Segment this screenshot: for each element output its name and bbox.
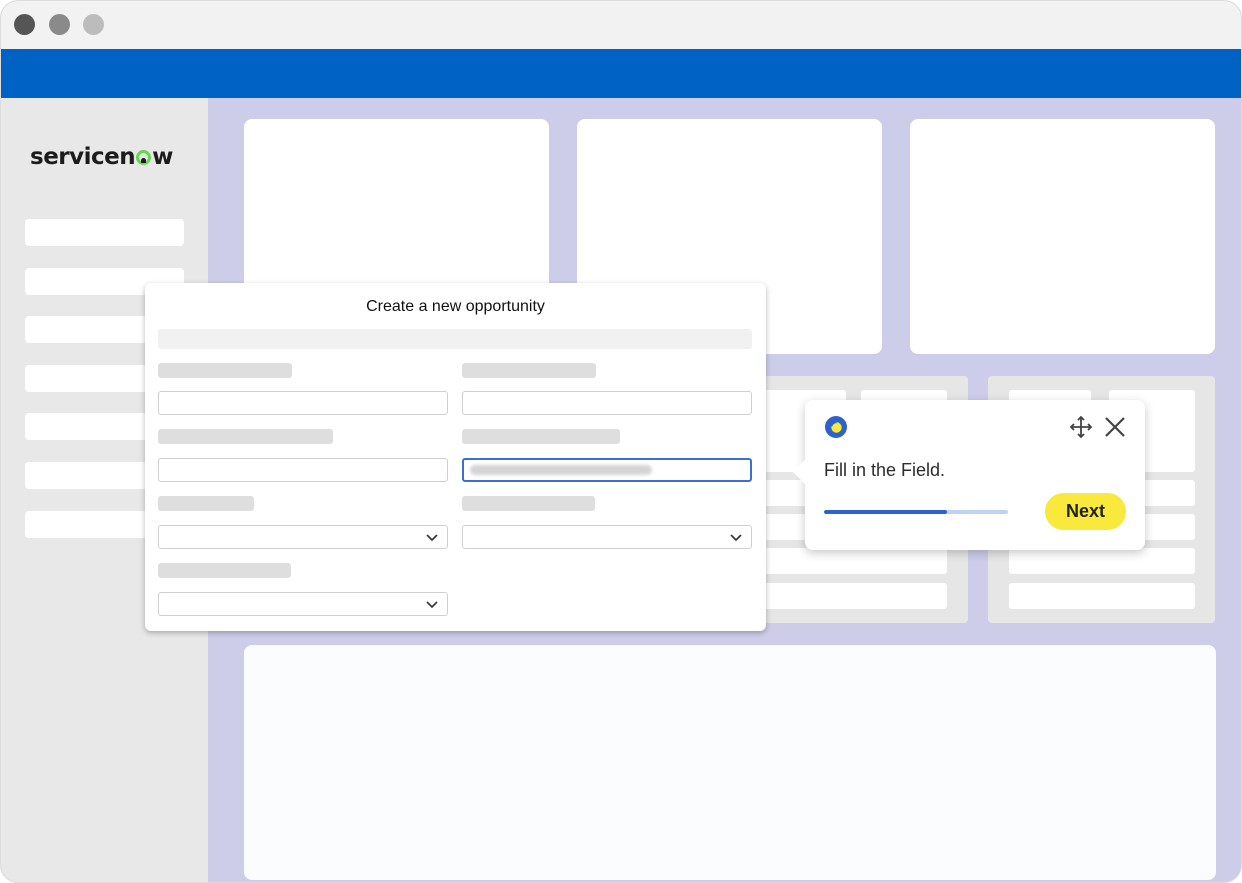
- tooltip-message: Fill in the Field.: [824, 460, 946, 480]
- list-row: [764, 583, 947, 609]
- guidance-tooltip: Fill in the Field. Next: [793, 400, 1145, 550]
- step-progress-fill: [824, 510, 948, 514]
- modal-subheader-bar: [158, 329, 752, 349]
- dashboard-card: [910, 119, 1215, 354]
- title-bar: [1, 1, 1241, 49]
- close-icon[interactable]: [1102, 414, 1128, 440]
- text-field-right-2[interactable]: [462, 458, 752, 482]
- servicenow-logo: servicen w: [30, 144, 173, 170]
- select-field-left-1[interactable]: [158, 525, 448, 549]
- brand-icon: [825, 416, 847, 438]
- text-field-left-1[interactable]: [158, 391, 448, 415]
- app-window: servicen w Create a new opportunity Fill…: [0, 0, 1242, 883]
- list-row: [1009, 583, 1195, 609]
- modal-title: Create a new opportunity: [366, 298, 545, 315]
- text-field-right-1[interactable]: [462, 391, 752, 415]
- chevron-down-icon: [426, 534, 438, 542]
- logo-text-start: servicen: [30, 144, 136, 170]
- field-label: [462, 363, 596, 378]
- logo-text-end: w: [152, 144, 173, 170]
- logo-o-mark-icon: [136, 150, 152, 165]
- select-field-right-1[interactable]: [462, 525, 752, 549]
- field-label: [158, 429, 333, 444]
- chevron-down-icon: [730, 534, 742, 542]
- bottom-panel: [244, 645, 1216, 880]
- move-icon[interactable]: [1069, 415, 1093, 439]
- step-progress-bar: [824, 510, 1008, 514]
- header-bar: [1, 49, 1241, 98]
- tooltip-pointer: [793, 458, 807, 486]
- chevron-down-icon: [426, 601, 438, 609]
- sidebar-item[interactable]: [25, 219, 184, 246]
- text-field-left-2[interactable]: [158, 458, 448, 482]
- close-dot[interactable]: [14, 14, 35, 35]
- create-opportunity-modal: Create a new opportunity: [145, 283, 766, 631]
- select-field-left-2[interactable]: [158, 592, 448, 616]
- blurred-field-value: [470, 465, 652, 475]
- field-label: [158, 363, 292, 378]
- maximize-dot[interactable]: [83, 14, 104, 35]
- field-label: [462, 429, 620, 444]
- next-button[interactable]: Next: [1045, 493, 1126, 530]
- field-label: [158, 563, 291, 578]
- list-row: [1009, 548, 1195, 574]
- minimize-dot[interactable]: [49, 14, 70, 35]
- list-row: [764, 548, 947, 574]
- field-label: [158, 496, 254, 511]
- field-label: [462, 496, 595, 511]
